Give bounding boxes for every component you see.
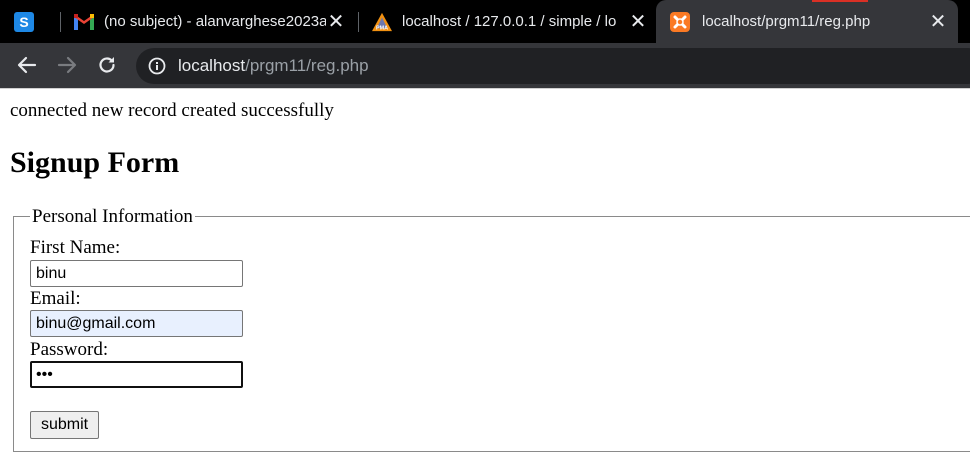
svg-text:S: S bbox=[19, 14, 28, 30]
fieldset-legend: Personal Information bbox=[30, 206, 195, 228]
tab-close-icon[interactable]: ✕ bbox=[326, 11, 346, 31]
status-message: connected new record created successfull… bbox=[10, 100, 334, 121]
address-bar[interactable]: localhost/prgm11/reg.php bbox=[136, 48, 970, 84]
url-host: localhost bbox=[178, 56, 246, 75]
reload-button[interactable] bbox=[93, 51, 121, 79]
tab-title: (no subject) - alanvarghese2023a bbox=[104, 13, 326, 30]
tab-strip: S (no subject) - alanvarghese2023a ✕ PMA bbox=[0, 0, 970, 43]
phpmyadmin-icon: PMA bbox=[372, 12, 392, 32]
tab-title: localhost / 127.0.0.1 / simple / lo bbox=[402, 13, 617, 30]
tab-title: localhost/prgm11/reg.php bbox=[702, 13, 871, 30]
reload-icon bbox=[99, 57, 115, 73]
tab-pinned-site[interactable]: S bbox=[14, 0, 56, 43]
svg-text:PMA: PMA bbox=[376, 25, 388, 31]
email-field[interactable]: binu@gmail.com bbox=[30, 310, 243, 337]
address-url: localhost/prgm11/reg.php bbox=[178, 56, 369, 76]
password-field[interactable]: ••• bbox=[30, 361, 243, 388]
first-name-field[interactable]: binu bbox=[30, 260, 243, 287]
browser-toolbar: localhost/prgm11/reg.php bbox=[0, 43, 970, 88]
media-indicator bbox=[812, 0, 868, 2]
email-label: Email: bbox=[30, 288, 81, 309]
tab-gmail[interactable]: (no subject) - alanvarghese2023a ✕ bbox=[64, 0, 356, 43]
forward-button[interactable] bbox=[53, 51, 81, 79]
tab-close-icon[interactable]: ✕ bbox=[628, 11, 648, 31]
info-icon[interactable] bbox=[148, 57, 166, 80]
tab-separator bbox=[60, 12, 61, 32]
submit-button[interactable]: submit bbox=[30, 411, 99, 439]
back-arrow-icon bbox=[17, 56, 37, 74]
forward-arrow-icon bbox=[57, 56, 77, 74]
gmail-icon bbox=[74, 12, 94, 32]
xampp-icon bbox=[670, 11, 690, 32]
tab-close-icon[interactable]: ✕ bbox=[928, 11, 948, 31]
password-label: Password: bbox=[30, 339, 109, 360]
tab-reg-php-active[interactable]: localhost/prgm11/reg.php ✕ bbox=[656, 0, 958, 43]
tab-phpmyadmin[interactable]: PMA localhost / 127.0.0.1 / simple / lo … bbox=[362, 0, 658, 43]
page-content: connected new record created successfull… bbox=[0, 89, 970, 454]
tab-separator bbox=[358, 12, 359, 32]
page-title: Signup Form bbox=[10, 146, 180, 179]
personal-info-fieldset: Personal Information First Name: binu Em… bbox=[13, 206, 970, 452]
first-name-label: First Name: bbox=[30, 237, 121, 258]
back-button[interactable] bbox=[13, 51, 41, 79]
site-s-icon: S bbox=[14, 11, 34, 32]
url-path: /prgm11/reg.php bbox=[245, 56, 369, 75]
